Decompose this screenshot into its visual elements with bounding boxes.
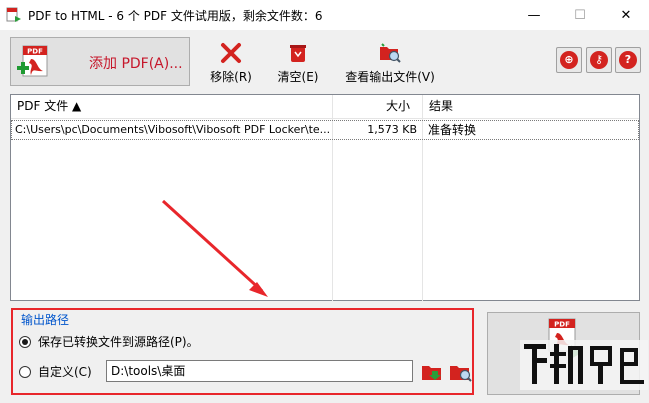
add-pdf-icon: PDF bbox=[17, 45, 48, 77]
convert-pdf-badge-text: PDF bbox=[554, 321, 570, 329]
open-folder-icon[interactable] bbox=[449, 361, 473, 383]
row-file-size: 1,573 KB bbox=[367, 123, 417, 136]
file-list[interactable]: PDF 文件 ▲ 大小 结果 C:\Users\pc\Documents\Vib… bbox=[10, 94, 640, 301]
website-button[interactable]: ⊕ bbox=[556, 47, 582, 73]
key-icon: ⚷ bbox=[590, 51, 608, 69]
output-path-title: 输出路径 bbox=[19, 311, 72, 328]
globe-icon: ⊕ bbox=[560, 51, 578, 69]
column-header-size[interactable]: 大小 bbox=[386, 95, 410, 118]
view-output-label: 查看输出文件(V) bbox=[345, 70, 435, 84]
view-output-button[interactable]: 查看输出文件(V) bbox=[340, 40, 440, 86]
clear-label: 清空(E) bbox=[277, 70, 319, 84]
custom-path-input[interactable]: D:\tools\桌面 bbox=[106, 360, 413, 382]
row-result: 准备转换 bbox=[428, 123, 477, 137]
save-to-source-radio[interactable] bbox=[19, 336, 31, 348]
add-pdf-badge-text: PDF bbox=[27, 48, 43, 56]
folder-search-icon bbox=[380, 43, 401, 63]
help-icon: ? bbox=[619, 51, 637, 69]
add-pdf-label: 添加 PDF(A)... bbox=[89, 56, 183, 72]
help-button[interactable]: ? bbox=[615, 47, 641, 73]
register-button[interactable]: ⚷ bbox=[586, 47, 612, 73]
clear-button[interactable]: 清空(E) bbox=[272, 40, 324, 86]
window-title: PDF to HTML - 6 个 PDF 文件试用版，剩余文件数：6 bbox=[28, 9, 323, 23]
custom-path-label[interactable]: 自定义(C) bbox=[38, 363, 92, 380]
watermark-logo bbox=[520, 340, 648, 390]
browse-folder-icon[interactable] bbox=[421, 361, 443, 383]
column-header-file[interactable]: PDF 文件 ▲ bbox=[17, 95, 81, 118]
remove-x-icon bbox=[221, 43, 241, 63]
minimize-button[interactable]: — bbox=[511, 0, 557, 30]
remove-button[interactable]: 移除(R) bbox=[204, 40, 258, 86]
app-icon bbox=[6, 7, 21, 22]
row-file-path: C:\Users\pc\Documents\Vibosoft\Vibosoft … bbox=[15, 123, 331, 136]
custom-path-radio[interactable] bbox=[19, 366, 31, 378]
save-to-source-label[interactable]: 保存已转换文件到源路径(P)。 bbox=[38, 333, 199, 350]
title-bar: PDF to HTML - 6 个 PDF 文件试用版，剩余文件数：6 — ☐ … bbox=[0, 0, 649, 30]
list-header bbox=[11, 95, 639, 119]
close-button[interactable]: ✕ bbox=[603, 0, 649, 30]
maximize-button[interactable]: ☐ bbox=[557, 0, 603, 30]
remove-label: 移除(R) bbox=[210, 70, 252, 84]
column-header-result[interactable]: 结果 bbox=[429, 95, 453, 118]
recycle-bin-icon bbox=[290, 45, 306, 62]
add-pdf-button[interactable]: PDF 添加 PDF(A)... bbox=[10, 37, 190, 86]
